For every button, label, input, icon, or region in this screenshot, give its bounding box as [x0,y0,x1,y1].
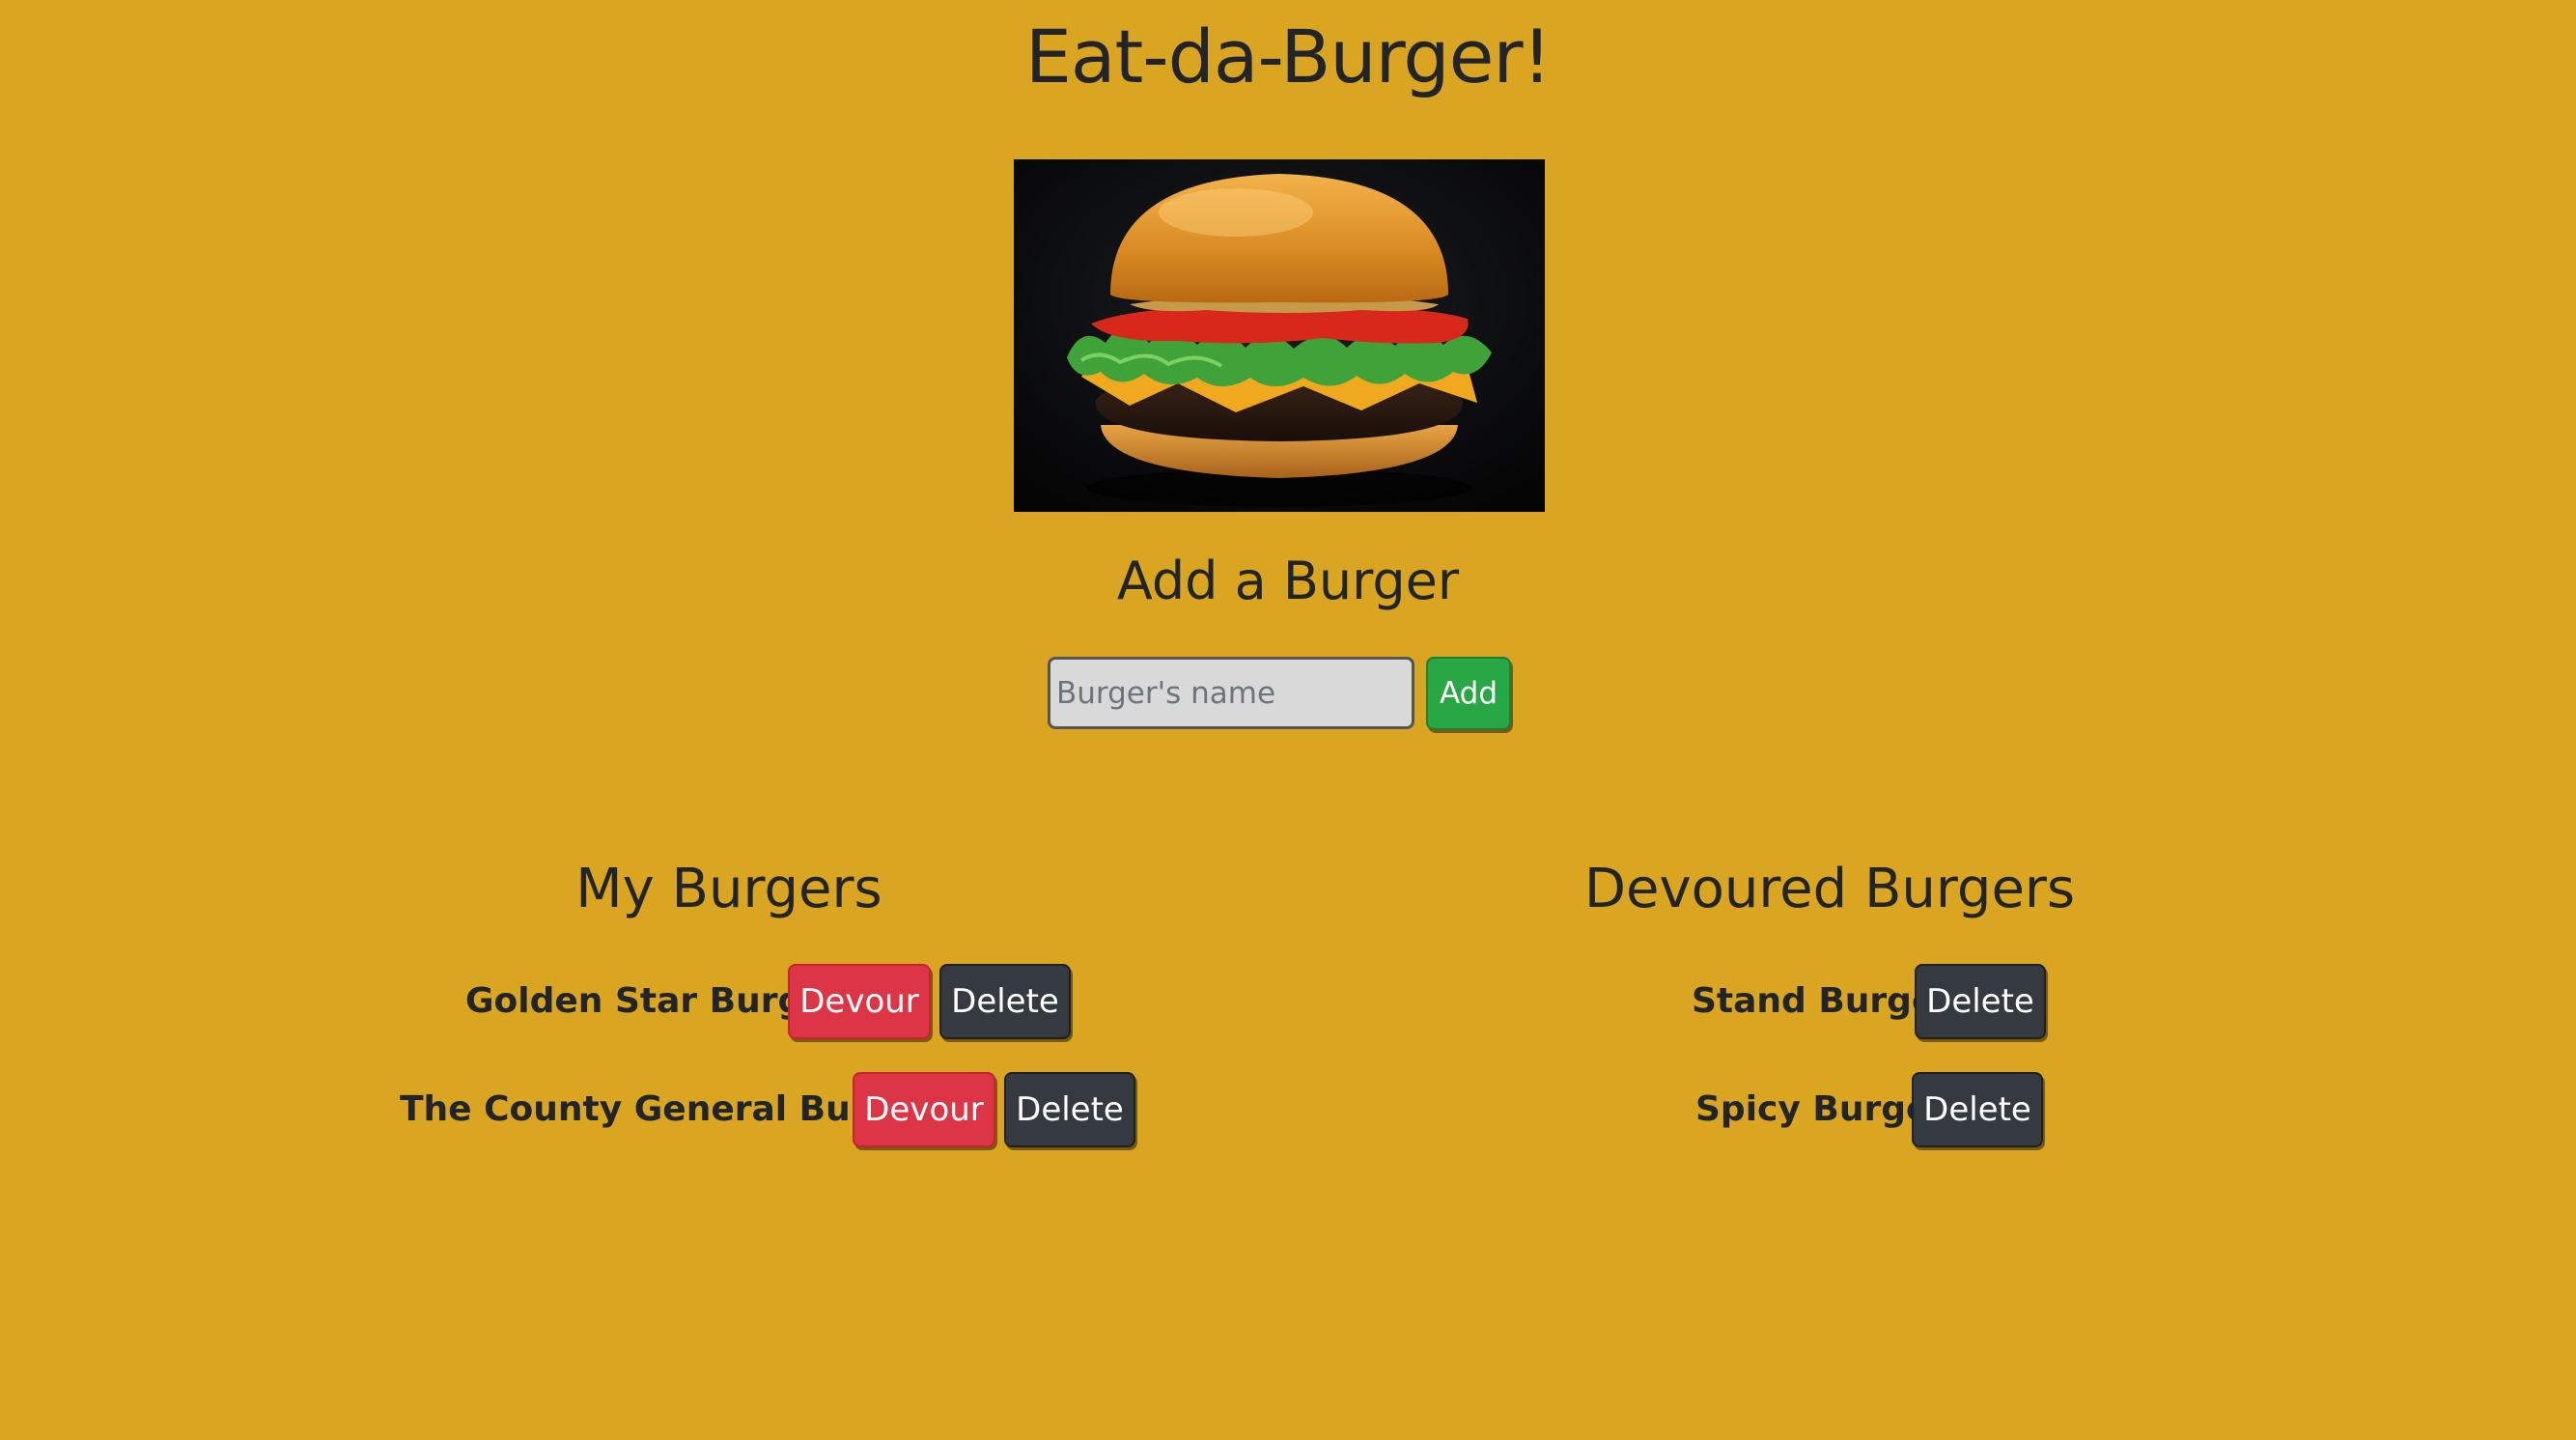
my-burgers-title: My Burgers [575,858,882,920]
add-button[interactable]: Add [1426,657,1511,730]
devoured-burgers-title: Devoured Burgers [1583,858,2076,920]
delete-button[interactable]: Delete [1912,1072,2043,1147]
delete-button[interactable]: Delete [939,964,1071,1039]
delete-button[interactable]: Delete [1915,964,2046,1039]
delete-button[interactable]: Delete [1004,1072,1135,1147]
page-title: Eat-da-Burger! [1024,14,1552,99]
burger-name: Golden Star Burger [465,981,844,1021]
devour-button[interactable]: Devour [788,964,931,1039]
burger-name: Stand Burger [1692,981,1953,1021]
devour-button[interactable]: Devour [853,1072,995,1147]
burger-name-input[interactable] [1048,657,1414,729]
burger-image [1014,159,1545,512]
burger-name: Spicy Burger [1695,1089,1947,1129]
add-burger-title: Add a Burger [1116,551,1460,611]
